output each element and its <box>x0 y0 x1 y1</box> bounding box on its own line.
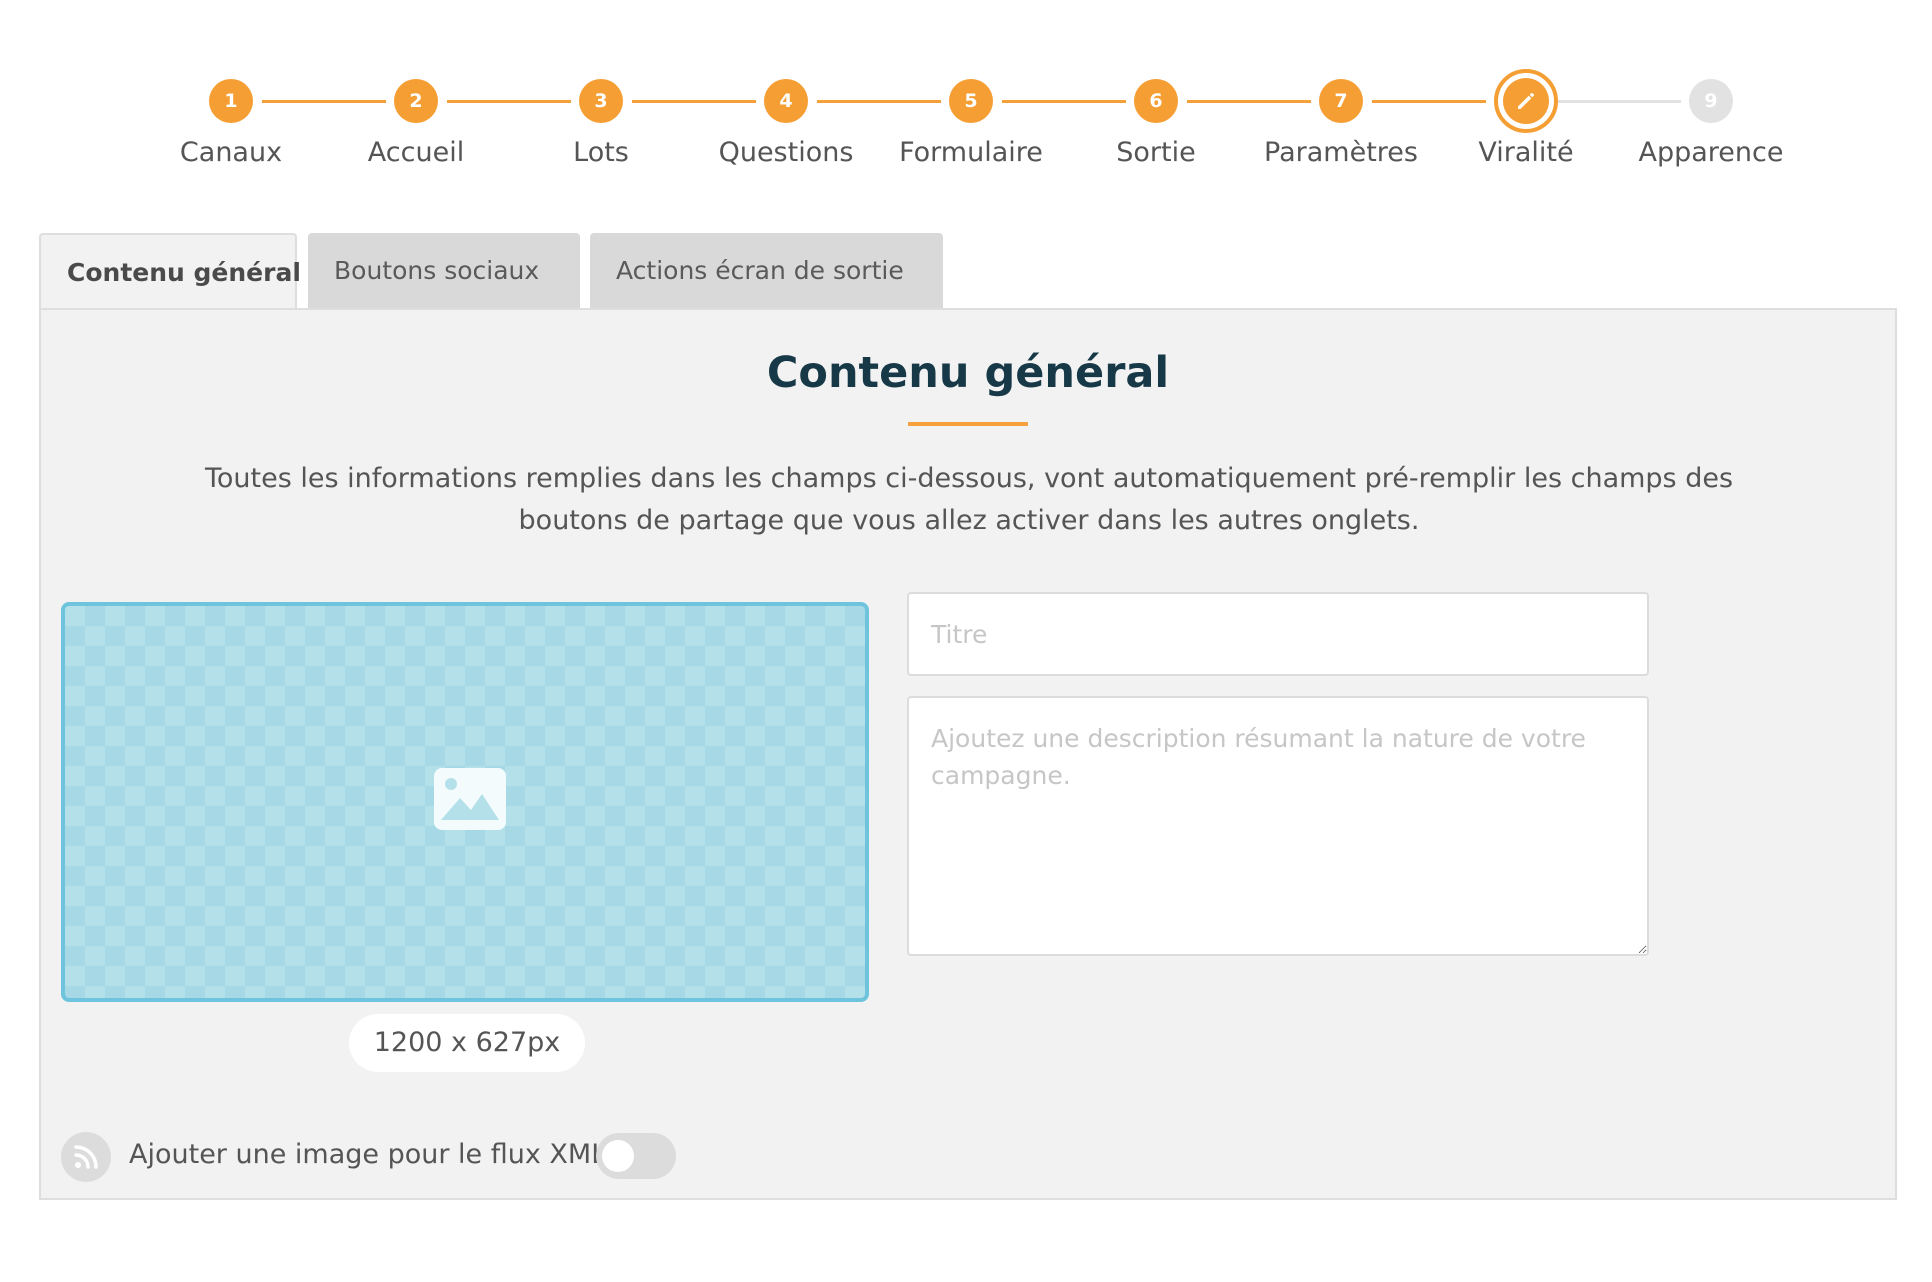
step-label: Canaux <box>179 137 283 168</box>
description-textarea[interactable] <box>907 696 1649 956</box>
step-number: 2 <box>394 79 438 123</box>
title-underline <box>908 422 1028 426</box>
step-accueil[interactable]: 2 Accueil <box>324 79 508 168</box>
step-number: 5 <box>949 79 993 123</box>
step-parametres[interactable]: 7 Paramètres <box>1249 79 1433 168</box>
step-number: 9 <box>1689 79 1733 123</box>
image-icon <box>434 768 506 830</box>
pencil-icon <box>1518 93 1534 109</box>
step-label: Formulaire <box>899 137 1043 168</box>
step-current-indicator <box>1494 69 1558 133</box>
content-panel: Contenu général Toutes les informations … <box>39 308 1897 1200</box>
step-number: 6 <box>1134 79 1178 123</box>
step-label: Viralité <box>1478 137 1574 168</box>
step-label: Sortie <box>1116 137 1196 168</box>
step-viralite[interactable]: Viralité <box>1434 69 1618 168</box>
step-canaux[interactable]: 1 Canaux <box>139 79 323 168</box>
panel-description: Toutes les informations remplies dans le… <box>204 463 1734 536</box>
tab-boutons-sociaux[interactable]: Boutons sociaux <box>308 233 580 309</box>
title-input[interactable] <box>907 592 1649 676</box>
step-formulaire[interactable]: 5 Formulaire <box>879 79 1063 168</box>
xml-feed-label: Ajouter une image pour le flux XML <box>129 1139 607 1170</box>
panel-title: Contenu général <box>766 348 1170 398</box>
tab-contenu-general[interactable]: Contenu général <box>39 233 301 311</box>
step-questions[interactable]: 4 Questions <box>694 79 878 168</box>
step-number: 3 <box>579 79 623 123</box>
tab-actions-ecran-sortie[interactable]: Actions écran de sortie <box>590 233 943 309</box>
step-sortie[interactable]: 6 Sortie <box>1064 79 1248 168</box>
step-label: Accueil <box>367 137 465 168</box>
step-apparence[interactable]: 9 Apparence <box>1619 79 1803 168</box>
step-label: Lots <box>573 137 629 168</box>
toggle-knob <box>602 1140 634 1172</box>
step-number: 1 <box>209 79 253 123</box>
step-number: 7 <box>1319 79 1363 123</box>
image-size-badge: 1200 x 627px <box>349 1014 585 1072</box>
rss-icon <box>61 1132 111 1182</box>
step-number: 4 <box>764 79 808 123</box>
xml-feed-toggle[interactable] <box>596 1133 676 1179</box>
step-label: Questions <box>718 137 854 168</box>
image-upload-zone[interactable] <box>61 602 869 1002</box>
progress-stepper: 1 Canaux 2 Accueil 3 Lots 4 Questions 5 … <box>0 0 1932 200</box>
step-lots[interactable]: 3 Lots <box>509 79 693 168</box>
step-label: Paramètres <box>1264 137 1418 168</box>
step-label: Apparence <box>1638 137 1784 168</box>
